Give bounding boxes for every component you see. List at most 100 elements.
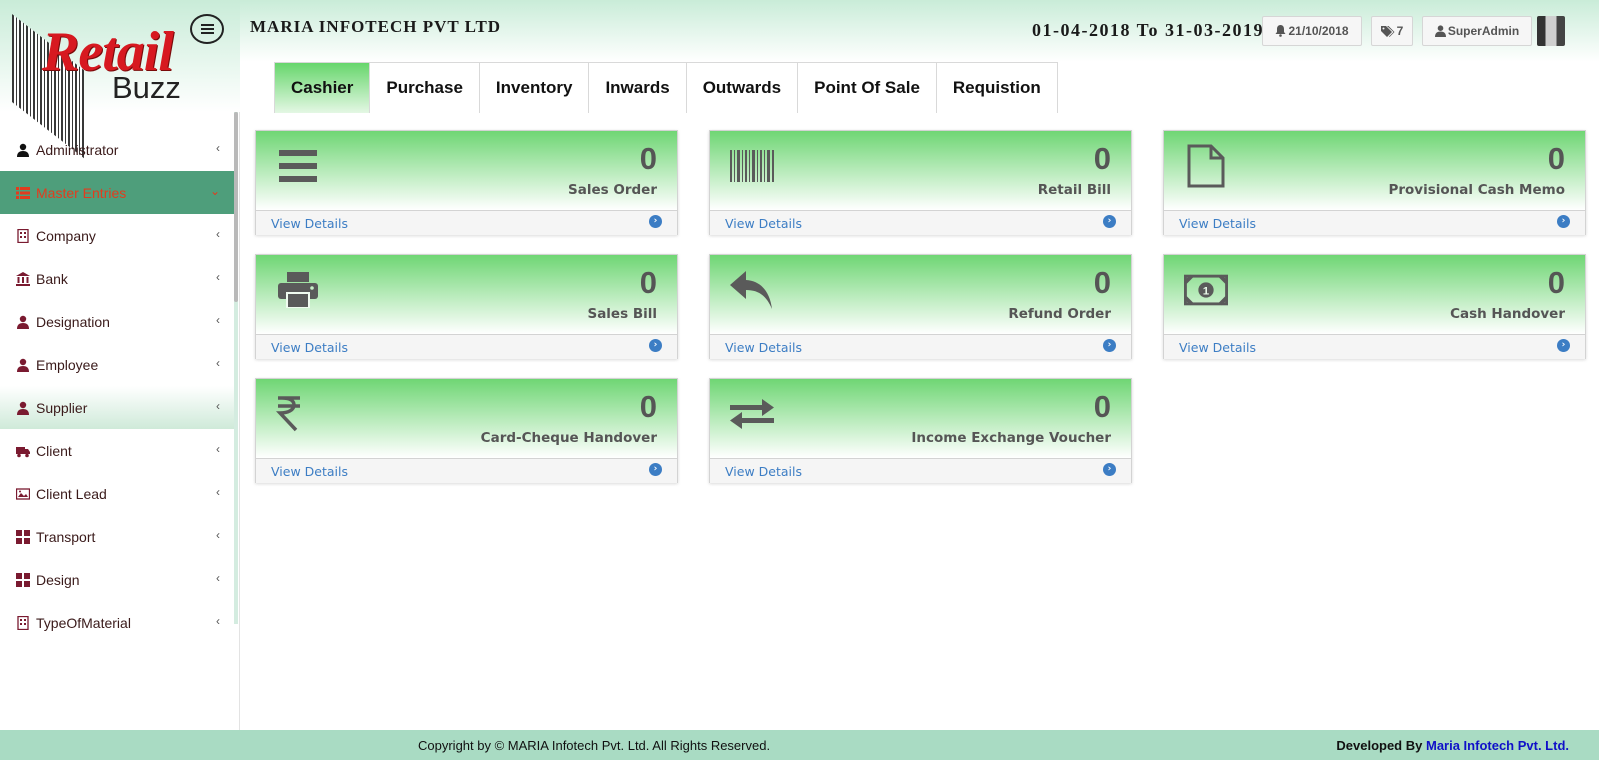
card-retail-bill: 0 Retail Bill View Details › [709, 130, 1132, 235]
card-cash-handover: 1 0 Cash Handover View Details › [1163, 254, 1586, 359]
grid-icon [16, 529, 30, 544]
card-header: 0 Card-Cheque Handover [256, 379, 677, 458]
tab-purchase[interactable]: Purchase [370, 63, 480, 113]
card-count: 0 [1547, 141, 1565, 176]
menu-toggle-button[interactable] [190, 14, 224, 44]
chevron-left-icon: ‹ [216, 313, 220, 327]
developed-by-label: Developed By [1336, 738, 1423, 753]
developer-link[interactable]: Maria Infotech Pvt. Ltd. [1426, 738, 1569, 753]
arrow-right-circle-icon[interactable]: › [1103, 463, 1116, 476]
sidebar-item-client[interactable]: Client ‹ [0, 429, 234, 472]
card-provisional-cash-memo: 0 Provisional Cash Memo View Details › [1163, 130, 1586, 235]
grid-icon [16, 572, 30, 587]
card-count: 0 [1093, 389, 1111, 424]
card-footer[interactable]: View Details › [710, 210, 1131, 235]
module-tabs: Cashier Purchase Inventory Inwards Outwa… [274, 62, 1058, 113]
sidebar-item-supplier[interactable]: Supplier ‹ [0, 386, 234, 429]
developed-by: Developed By Maria Infotech Pvt. Ltd. [1336, 738, 1569, 753]
card-footer[interactable]: View Details › [256, 210, 677, 235]
top-header: MARIA INFOTECH PVT LTD 01-04-2018 To 31-… [240, 0, 1599, 62]
tags-button[interactable]: 7 [1371, 16, 1413, 46]
sidebar-item-bank[interactable]: Bank ‹ [0, 257, 234, 300]
view-details-link[interactable]: View Details [725, 216, 802, 231]
card-footer[interactable]: View Details › [1164, 210, 1585, 235]
card-footer[interactable]: View Details › [256, 334, 677, 359]
user-icon [16, 143, 30, 157]
sidebar-item-label: Master Entries [36, 184, 127, 201]
sidebar-item-label: Administrator [36, 141, 119, 158]
svg-text:1: 1 [1203, 285, 1210, 297]
card-sales-order: 0 Sales Order View Details › [255, 130, 678, 235]
sidebar-item-design[interactable]: Design ‹ [0, 558, 234, 601]
file-icon [1184, 143, 1228, 189]
card-count: 0 [639, 389, 657, 424]
arrow-right-circle-icon[interactable]: › [649, 215, 662, 228]
arrow-right-circle-icon[interactable]: › [1103, 339, 1116, 352]
logo-area: Retail Buzz [0, 0, 240, 159]
card-header: 0 Sales Order [256, 131, 677, 210]
chevron-left-icon: ‹ [216, 571, 220, 585]
user-menu-button[interactable]: SuperAdmin [1422, 16, 1532, 46]
view-details-link[interactable]: View Details [725, 464, 802, 479]
sidebar-item-label: Bank [36, 270, 68, 287]
view-details-link[interactable]: View Details [271, 340, 348, 355]
avatar[interactable] [1537, 16, 1565, 46]
user-name: SuperAdmin [1447, 24, 1520, 38]
arrow-right-circle-icon[interactable]: › [649, 463, 662, 476]
sidebar-item-designation[interactable]: Designation ‹ [0, 300, 234, 343]
notification-date-button[interactable]: 21/10/2018 [1262, 16, 1362, 46]
arrow-right-circle-icon[interactable]: › [1557, 215, 1570, 228]
user-icon [16, 401, 30, 415]
chevron-left-icon: ‹ [216, 227, 220, 241]
sidebar-item-typeofmaterial[interactable]: TypeOfMaterial ‹ [0, 601, 234, 644]
view-details-link[interactable]: View Details [1179, 216, 1256, 231]
sidebar-item-client-lead[interactable]: Client Lead ‹ [0, 472, 234, 515]
sidebar-item-master-entries[interactable]: Master Entries ⌄ [0, 171, 234, 214]
card-footer[interactable]: View Details › [1164, 334, 1585, 359]
tab-inwards[interactable]: Inwards [589, 63, 687, 113]
card-header: 0 Retail Bill [710, 131, 1131, 210]
tab-requistion[interactable]: Requistion [936, 63, 1057, 113]
chevron-left-icon: ‹ [216, 356, 220, 370]
arrow-right-circle-icon[interactable]: › [1103, 215, 1116, 228]
view-details-link[interactable]: View Details [725, 340, 802, 355]
retail-buzz-logo[interactable]: Retail Buzz [12, 14, 192, 159]
view-details-link[interactable]: View Details [271, 216, 348, 231]
view-details-link[interactable]: View Details [1179, 340, 1256, 355]
sidebar-item-label: Transport [36, 528, 96, 545]
card-footer[interactable]: View Details › [710, 458, 1131, 483]
printer-icon [276, 267, 320, 313]
sidebar-item-label: Employee [36, 356, 99, 373]
card-footer[interactable]: View Details › [256, 458, 677, 483]
card-header: 0 Provisional Cash Memo [1164, 131, 1585, 210]
tab-point-of-sale[interactable]: Point Of Sale [798, 63, 937, 113]
money-icon: 1 [1184, 267, 1228, 313]
barcode-icon [730, 143, 774, 189]
sidebar-item-transport[interactable]: Transport ‹ [0, 515, 234, 558]
view-details-link[interactable]: View Details [271, 464, 348, 479]
card-header: 1 0 Cash Handover [1164, 255, 1585, 334]
sidebar-item-label: TypeOfMaterial [36, 614, 131, 631]
sidebar-scrollbar-thumb[interactable] [234, 112, 238, 302]
rupee-icon [276, 391, 320, 437]
arrow-right-circle-icon[interactable]: › [649, 339, 662, 352]
financial-period: 01-04-2018 To 31-03-2019 [1032, 20, 1265, 40]
sidebar-item-company[interactable]: Company ‹ [0, 214, 234, 257]
tab-inventory[interactable]: Inventory [479, 63, 590, 113]
tab-outwards[interactable]: Outwards [686, 63, 799, 113]
sidebar-item-employee[interactable]: Employee ‹ [0, 343, 234, 386]
tags-icon [1380, 26, 1395, 37]
sidebar: Retail Buzz Administrator ‹ Master Entri… [0, 0, 240, 730]
card-header: 0 Sales Bill [256, 255, 677, 334]
tab-cashier[interactable]: Cashier [275, 63, 371, 113]
logo-word-buzz: Buzz [112, 70, 181, 105]
image-icon [16, 487, 30, 501]
exchange-icon [730, 391, 774, 437]
chevron-left-icon: ‹ [216, 399, 220, 413]
card-footer[interactable]: View Details › [710, 334, 1131, 359]
card-title: Card-Cheque Handover [480, 430, 657, 446]
building-icon [16, 615, 30, 630]
bell-icon [1275, 25, 1286, 37]
sidebar-item-administrator[interactable]: Administrator ‹ [0, 128, 234, 171]
arrow-right-circle-icon[interactable]: › [1557, 339, 1570, 352]
